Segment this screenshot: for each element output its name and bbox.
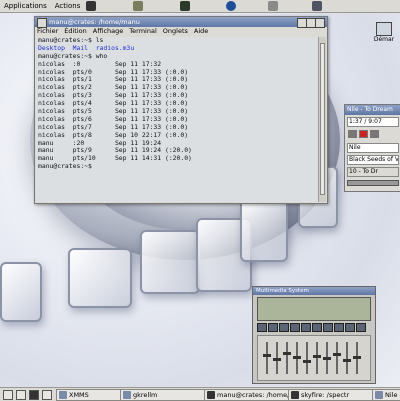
- close-button[interactable]: [315, 18, 325, 28]
- prev-button[interactable]: [257, 323, 267, 332]
- xmms-track[interactable]: 10 - To Dr: [347, 167, 399, 177]
- task-label: XMMS: [69, 391, 89, 399]
- next-button[interactable]: [301, 323, 311, 332]
- terminal-task-icon: [291, 391, 299, 399]
- computer-icon: [376, 22, 392, 36]
- show-desktop-button[interactable]: [3, 390, 13, 400]
- multimedia-title: Multimedia System: [256, 288, 309, 294]
- xmms-song: Black Seeds of Ven: [347, 155, 399, 165]
- menu-onglets[interactable]: Onglets: [163, 27, 188, 36]
- bottom-panel: XMMS gkrellm manu@crates: /home/m skyfir…: [0, 387, 400, 401]
- task-label: Nile - T: [385, 391, 400, 399]
- eq-slider[interactable]: [303, 342, 311, 374]
- menu-terminal[interactable]: Terminal: [129, 27, 156, 36]
- xmms-transport: [347, 129, 399, 141]
- menu-aide[interactable]: Aide: [194, 27, 208, 36]
- xmms-titlebar[interactable]: Nile - To Dream: [345, 105, 400, 115]
- window-menu-button[interactable]: [37, 18, 47, 28]
- mail-launcher-icon[interactable]: [268, 1, 278, 11]
- equalizer-button[interactable]: [356, 323, 366, 332]
- desktop-icon-start[interactable]: Démar: [370, 22, 398, 43]
- desktop-icon-label: Démar: [373, 36, 395, 43]
- eq-slider[interactable]: [343, 342, 351, 374]
- xmms-title: Nile - To Dream: [347, 106, 393, 113]
- playlist-button[interactable]: [345, 323, 355, 332]
- wallpaper-glass-cube: [0, 262, 42, 322]
- task-label: skyfire: /spectr: [301, 391, 350, 399]
- top-panel: Applications Actions: [0, 0, 400, 13]
- terminal-window[interactable]: manu@crates: /home/manu Fichier Édition …: [34, 16, 328, 204]
- terminal-task-icon: [207, 391, 215, 399]
- music-launcher-icon[interactable]: [180, 1, 190, 11]
- task-xmms[interactable]: XMMS: [56, 389, 130, 401]
- xmms-launcher-icon[interactable]: [312, 1, 322, 11]
- terminal-scrollbar[interactable]: [318, 37, 326, 202]
- menu-affichage[interactable]: Affichage: [93, 27, 124, 36]
- browser-launcher-icon[interactable]: [226, 1, 236, 11]
- menu-fichier[interactable]: Fichier: [37, 27, 58, 36]
- terminal-panel-button[interactable]: [29, 390, 39, 400]
- record-button[interactable]: [359, 130, 368, 138]
- terminal-prompt: manu@crates:~$: [38, 162, 96, 171]
- actions-menu[interactable]: Actions: [51, 2, 85, 10]
- panel-app-button[interactable]: [42, 390, 52, 400]
- scrollbar-thumb[interactable]: [320, 43, 325, 195]
- task-label: gkrellm: [133, 391, 158, 399]
- multimedia-system-window[interactable]: Multimedia System: [252, 286, 376, 384]
- eq-slider[interactable]: [333, 342, 341, 374]
- xmms-task-icon: [59, 391, 67, 399]
- terminal-titlebar[interactable]: manu@crates: /home/manu: [35, 17, 327, 28]
- terminal-menubar: Fichier Édition Affichage Terminal Ongle…: [35, 27, 327, 36]
- multimedia-display: [257, 297, 371, 321]
- eq-slider[interactable]: [353, 342, 361, 374]
- terminal-output[interactable]: manu@crates:~$ ls Desktop Mail radios.m3…: [36, 37, 318, 202]
- prev-button[interactable]: [348, 130, 357, 138]
- xmms-artist: Nile: [347, 143, 399, 153]
- terminal-launcher-icon[interactable]: [86, 1, 96, 11]
- play-button[interactable]: [268, 323, 278, 332]
- pause-button[interactable]: [279, 323, 289, 332]
- eq-slider[interactable]: [273, 342, 281, 374]
- task-gkrellm[interactable]: gkrellm: [120, 389, 214, 401]
- applications-menu[interactable]: Applications: [0, 2, 51, 10]
- gkrellm-task-icon: [123, 391, 131, 399]
- repeat-button[interactable]: [334, 323, 344, 332]
- wallpaper-glass-cube: [68, 248, 132, 308]
- text-editor-launcher-icon[interactable]: [133, 1, 143, 11]
- task-terminal[interactable]: manu@crates: /home/m: [204, 389, 298, 401]
- wallpaper-glass-cube: [240, 198, 288, 262]
- shuffle-button[interactable]: [323, 323, 333, 332]
- xmms-window[interactable]: Nile - To Dream 1:37 / 9:07 Nile Black S…: [344, 104, 400, 192]
- equalizer-panel: [257, 335, 371, 381]
- eq-slider[interactable]: [263, 342, 271, 374]
- xmms-seek-bar[interactable]: [347, 180, 399, 186]
- wallpaper-glass-cube: [140, 230, 200, 294]
- task-skyfire-terminal[interactable]: skyfire: /spectr: [288, 389, 382, 401]
- eq-slider[interactable]: [293, 342, 301, 374]
- xmms-task-icon: [375, 391, 383, 399]
- eq-slider[interactable]: [283, 342, 291, 374]
- stop-button[interactable]: [290, 323, 300, 332]
- eq-slider[interactable]: [323, 342, 331, 374]
- task-label: manu@crates: /home/m: [217, 391, 296, 399]
- eject-button[interactable]: [312, 323, 322, 332]
- task-nile-player[interactable]: Nile - T: [372, 389, 400, 401]
- play-button[interactable]: [370, 130, 379, 138]
- multimedia-titlebar[interactable]: Multimedia System: [253, 287, 375, 295]
- multimedia-controls: [257, 323, 369, 333]
- terminal-title: manu@crates: /home/manu: [49, 18, 140, 26]
- eq-slider[interactable]: [313, 342, 321, 374]
- menu-edition[interactable]: Édition: [64, 27, 87, 36]
- xmms-time: 1:37 / 9:07: [347, 117, 399, 127]
- workspace-switcher-button[interactable]: [16, 390, 26, 400]
